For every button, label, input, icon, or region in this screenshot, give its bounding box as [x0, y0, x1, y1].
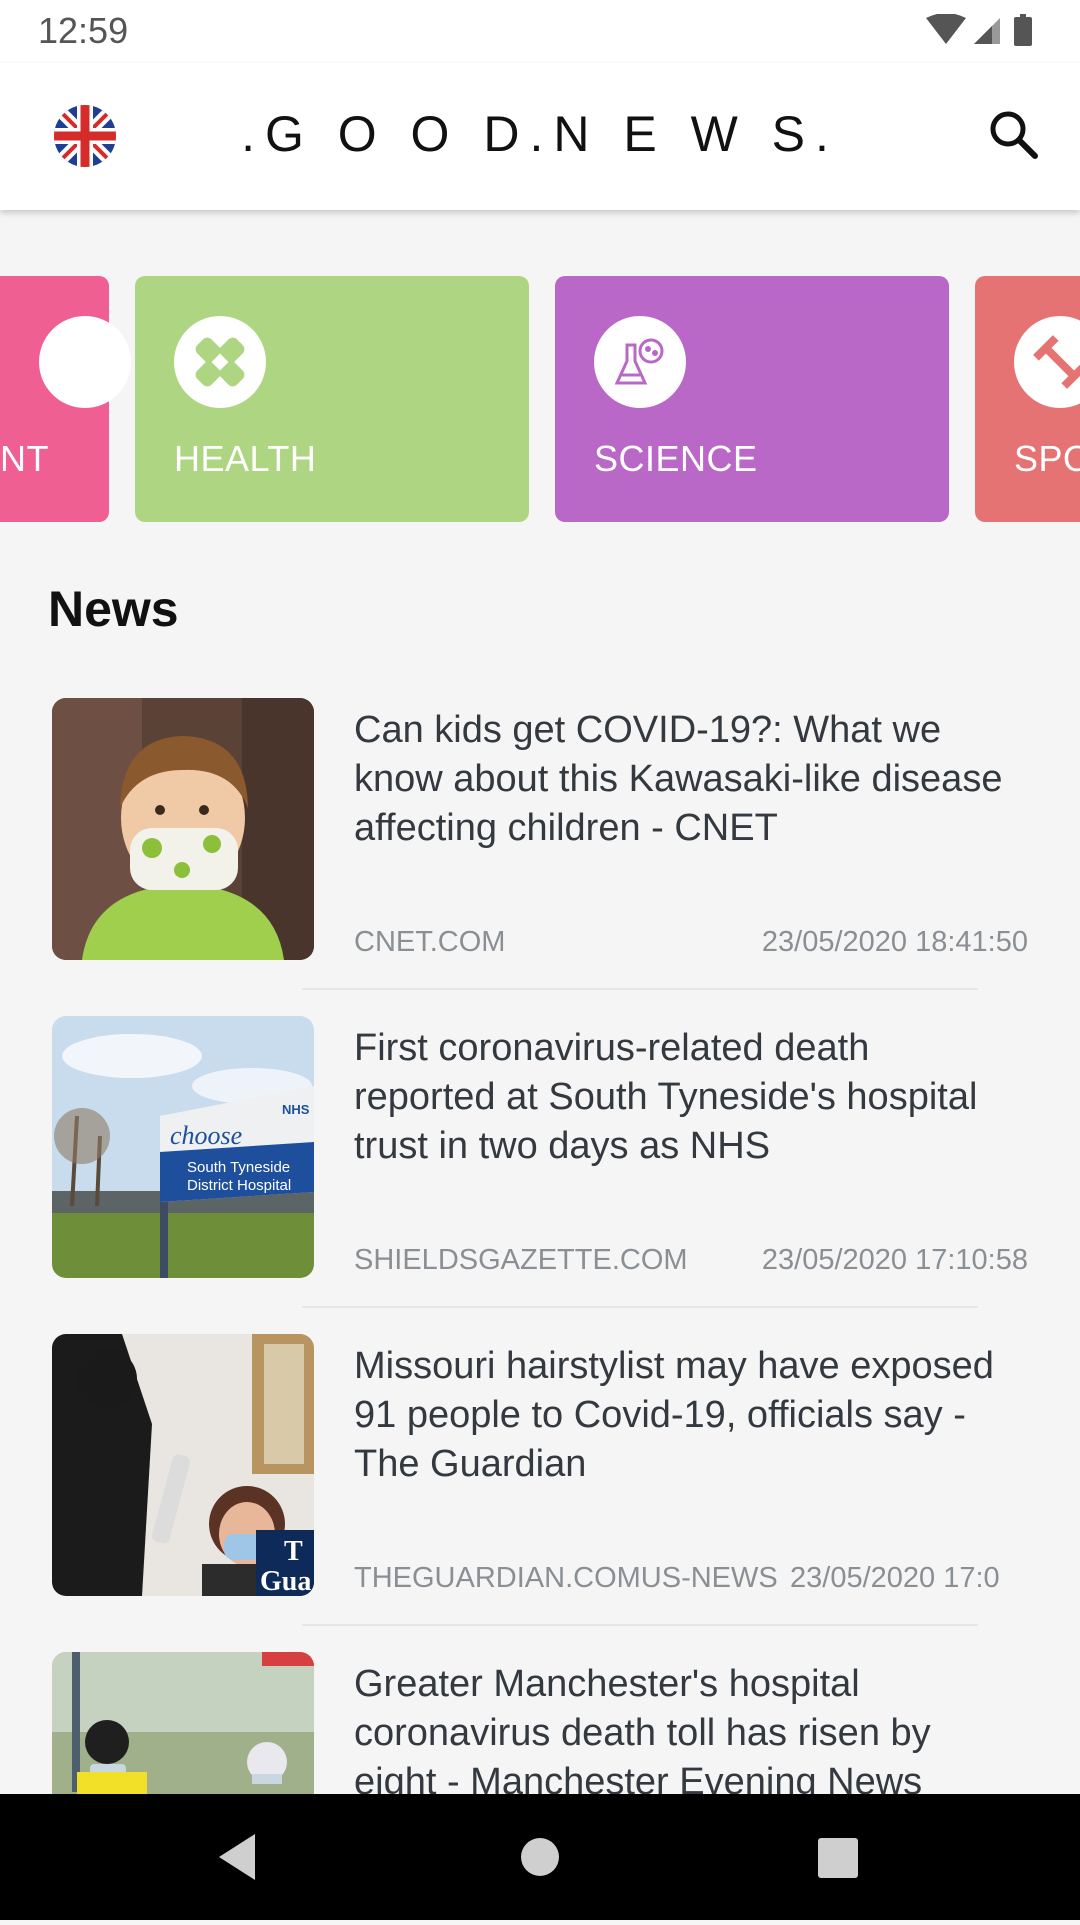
category-label: SPO	[1014, 438, 1080, 479]
system-nav-bar	[0, 1794, 1080, 1920]
status-time: 12:59	[38, 10, 129, 51]
image-sign-choose: choose	[170, 1121, 242, 1150]
news-item[interactable]: choose South Tyneside District Hospital …	[52, 1016, 1028, 1278]
image-sign-line1: South Tyneside	[187, 1159, 290, 1176]
news-title[interactable]: Can kids get COVID-19?: What we know abo…	[354, 706, 1014, 853]
search-icon[interactable]	[984, 105, 1044, 165]
news-source: THEGUARDIAN.COMUS-NEWS	[354, 1562, 778, 1594]
image-logo-gua: Gua	[260, 1566, 311, 1596]
back-button[interactable]	[219, 1834, 255, 1880]
news-title[interactable]: First coronavirus-related death reported…	[354, 1024, 1014, 1171]
status-icons	[926, 13, 1044, 48]
image-sign-nhs: NHS	[282, 1102, 310, 1117]
battery-icon	[1014, 14, 1032, 46]
category-label: SCIENCE	[594, 438, 758, 479]
entertainment-icon	[39, 316, 131, 408]
app-bar: .G O O D.N E W S.	[0, 63, 1080, 210]
category-carousel[interactable]: NT HEALTH SCIENCE SPO	[0, 276, 1080, 522]
category-card-sports[interactable]: SPO	[975, 276, 1080, 522]
category-label: HEALTH	[174, 438, 317, 479]
dumbbell-icon	[1014, 316, 1080, 408]
news-source: CNET.COM	[354, 926, 506, 958]
wifi-icon	[926, 13, 966, 44]
bandage-icon	[174, 316, 266, 408]
app-title: .G O O D.N E W S.	[241, 106, 839, 162]
news-thumbnail-hospital-sign: choose South Tyneside District Hospital …	[52, 1016, 314, 1278]
news-thumbnail-hairstylist: T Gua	[52, 1334, 314, 1596]
category-card-science[interactable]: SCIENCE	[555, 276, 949, 522]
news-section-title: News	[48, 581, 179, 637]
divider	[302, 1306, 978, 1308]
category-label: NT	[0, 438, 49, 479]
flask-icon	[594, 316, 686, 408]
home-button[interactable]	[521, 1838, 559, 1876]
news-date: 23/05/2020 18:41:50	[761, 926, 1028, 958]
news-item[interactable]: T Gua Missouri hairstylist may have expo…	[52, 1334, 1028, 1596]
category-card-entertainment[interactable]: NT	[0, 276, 131, 522]
news-source: SHIELDSGAZETTE.COM	[354, 1244, 688, 1276]
recents-button[interactable]	[818, 1838, 858, 1878]
news-date: 23/05/2020 17:0	[790, 1562, 1000, 1594]
divider	[302, 988, 978, 990]
news-item[interactable]: Can kids get COVID-19?: What we know abo…	[52, 698, 1028, 960]
status-bar: 12:59	[0, 0, 1080, 63]
news-thumbnail-child-mask	[52, 698, 314, 960]
category-card-health[interactable]: HEALTH	[135, 276, 529, 522]
news-title[interactable]: Missouri hairstylist may have exposed 91…	[354, 1342, 1014, 1489]
news-title[interactable]: Greater Manchester's hospital coronaviru…	[354, 1660, 1014, 1807]
image-logo-t: T	[284, 1536, 303, 1567]
image-sign-line2: District Hospital	[187, 1177, 291, 1194]
signal-icon	[974, 18, 1000, 44]
divider	[302, 1624, 978, 1626]
news-date: 23/05/2020 17:10:58	[761, 1244, 1028, 1276]
